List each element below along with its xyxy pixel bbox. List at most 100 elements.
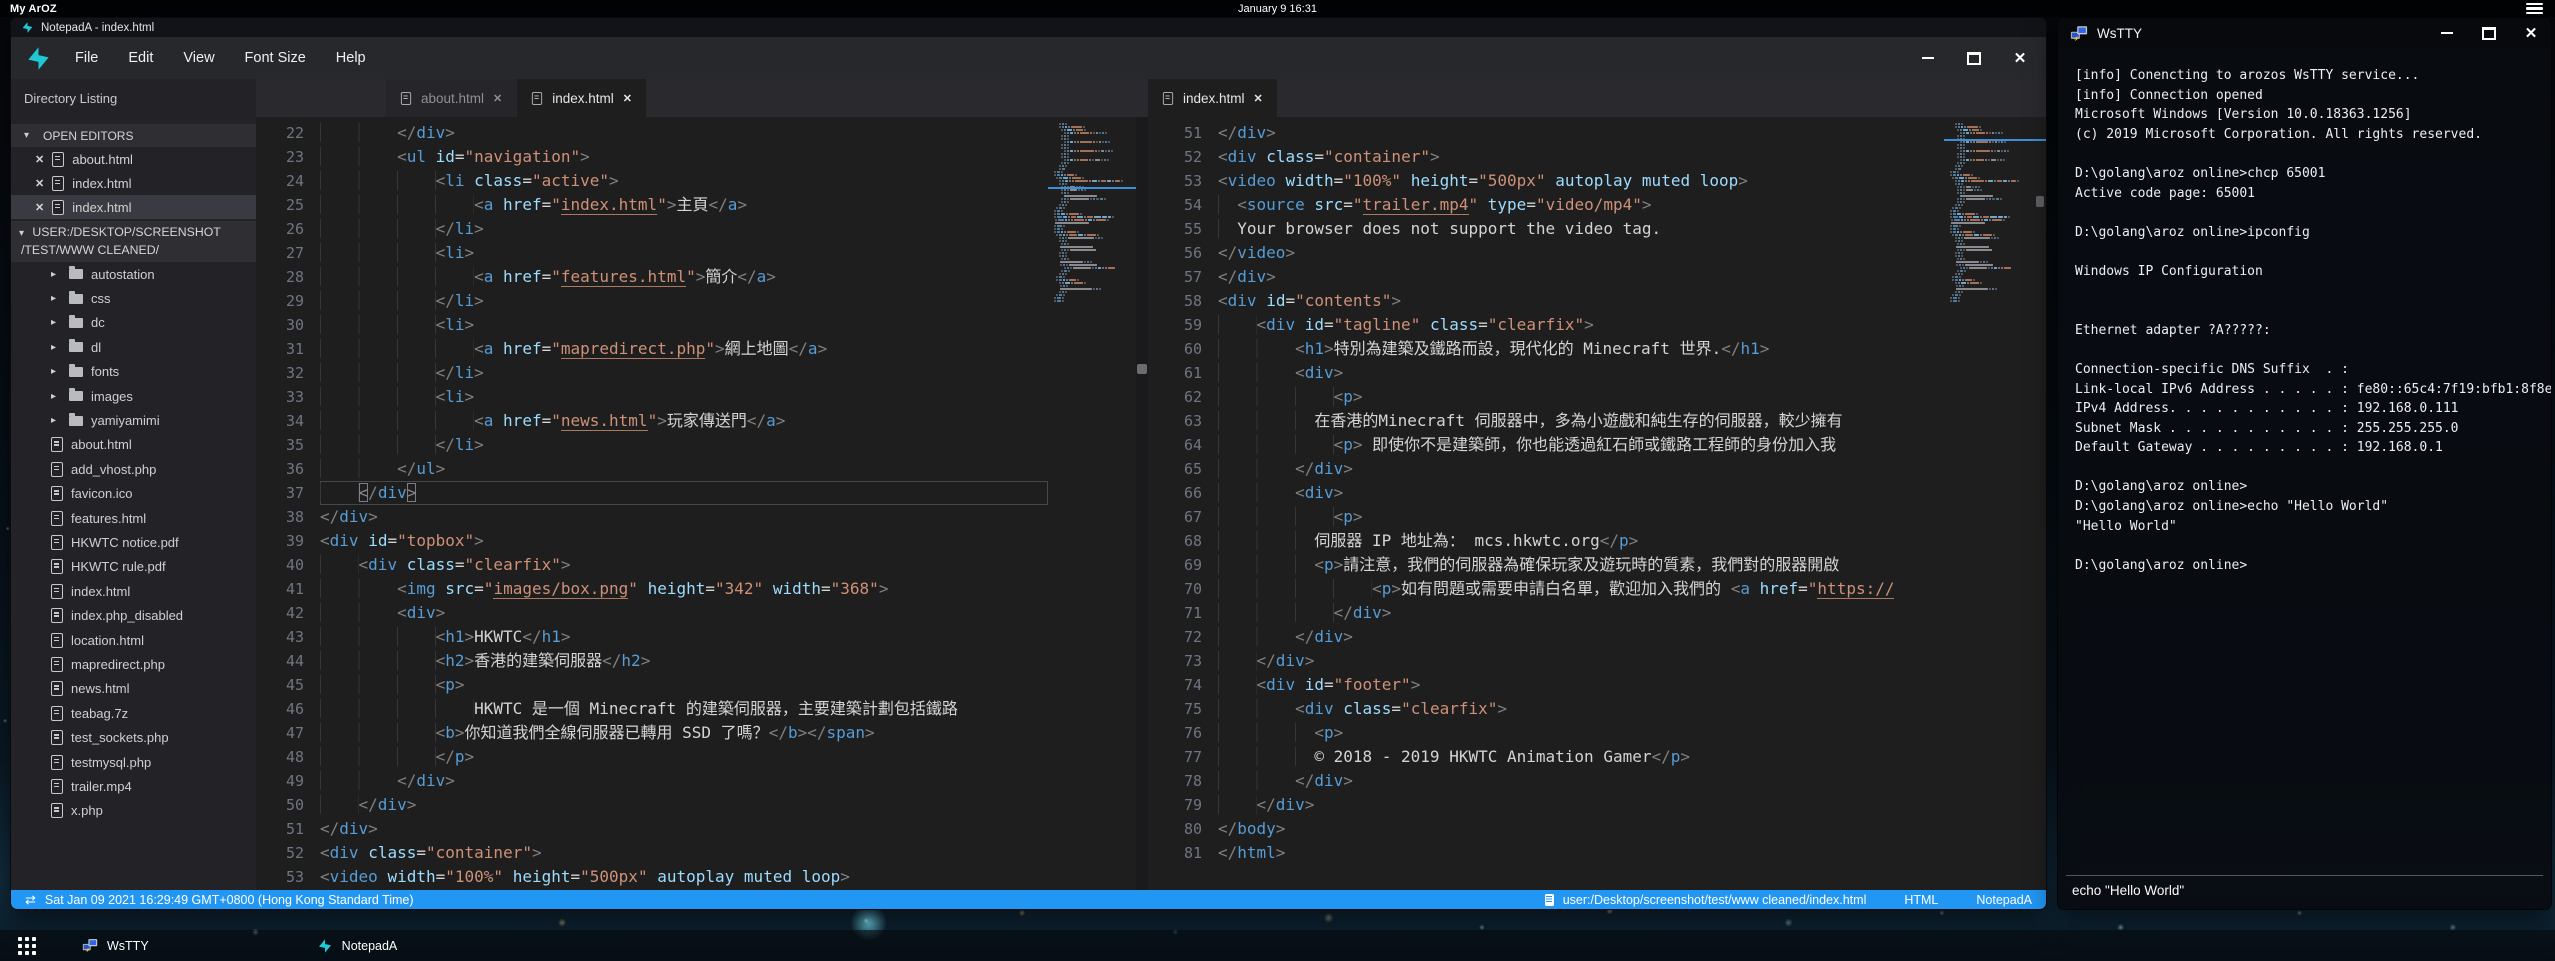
line-number: 54 — [1148, 193, 1218, 217]
menu-item-help[interactable]: Help — [321, 37, 381, 79]
tab-close-icon[interactable]: ✕ — [623, 92, 632, 105]
app-launcher-grid-icon[interactable] — [18, 937, 36, 955]
tree-folder-dc[interactable]: ▸dc — [11, 311, 256, 335]
hamburger-menu-icon[interactable] — [2526, 3, 2543, 14]
code-editor-right[interactable]: 51</div>52<div class="container">53<vide… — [1148, 117, 1944, 890]
workspace-root-line1: USER:/DESKTOP/SCREENSHOT — [32, 225, 220, 239]
file-icon — [51, 559, 63, 574]
code-line: 51</div> — [256, 817, 1048, 841]
swap-arrows-icon[interactable]: ⇄ — [25, 892, 36, 908]
close-button[interactable]: ✕ — [2012, 50, 2028, 66]
editor-tab-index.html[interactable]: index.html✕ — [1148, 79, 1277, 117]
notepada-title-bar[interactable]: NotepadA - index.html — [11, 18, 2046, 37]
open-editor-item[interactable]: ✕index.html — [11, 195, 256, 219]
notepada-menu-bar: FileEditViewFont SizeHelp ✕ — [11, 37, 2046, 79]
open-editors-label: OPEN EDITORS — [43, 129, 133, 143]
menu-item-view[interactable]: View — [168, 37, 229, 79]
close-icon[interactable]: ✕ — [35, 201, 44, 214]
tree-file-HKWTC_notice.pdf[interactable]: HKWTC notice.pdf — [11, 530, 256, 554]
tree-file-HKWTC_rule.pdf[interactable]: HKWTC rule.pdf — [11, 555, 256, 579]
tree-file-features.html[interactable]: features.html — [11, 506, 256, 530]
code-editor-left[interactable]: 22 </div>23 <ul id="navigation">24 <li c… — [256, 117, 1048, 890]
tree-folder-fonts[interactable]: ▸fonts — [11, 360, 256, 384]
terminal-line: IPv4 Address. . . . . . . . . . . : 192.… — [2075, 399, 2545, 419]
left-scrollbar-thumb[interactable] — [1137, 364, 1147, 374]
line-number: 35 — [256, 433, 320, 457]
code-line: 79 </div> — [1148, 793, 1944, 817]
minimize-button[interactable] — [2439, 25, 2455, 41]
menu-item-file[interactable]: File — [60, 37, 113, 79]
tree-file-mapredirect.php[interactable]: mapredirect.php — [11, 652, 256, 676]
close-icon[interactable]: ✕ — [35, 153, 44, 166]
tree-file-index.php_disabled[interactable]: index.php_disabled — [11, 603, 256, 627]
notepada-logo-icon — [21, 21, 34, 34]
tree-folder-css[interactable]: ▸css — [11, 286, 256, 310]
code-line-content: </div> — [320, 793, 1048, 817]
file-label: HKWTC notice.pdf — [71, 535, 179, 550]
tree-folder-dl[interactable]: ▸dl — [11, 335, 256, 359]
code-line: 80</body> — [1148, 817, 1944, 841]
editor-tab-index.html[interactable]: index.html✕ — [517, 79, 646, 117]
menu-item-edit[interactable]: Edit — [113, 37, 168, 79]
tree-file-trailer.mp4[interactable]: trailer.mp4 — [11, 774, 256, 798]
tab-close-icon[interactable]: ✕ — [493, 92, 502, 105]
menu-item-font-size[interactable]: Font Size — [230, 37, 321, 79]
tree-file-x.php[interactable]: x.php — [11, 799, 256, 823]
tree-folder-yamiyamimi[interactable]: ▸yamiyamimi — [11, 408, 256, 432]
terminal-line: D:\golang\aroz online>echo "Hello World" — [2075, 497, 2545, 517]
open-editor-item[interactable]: ✕index.html — [11, 171, 256, 195]
right-scrollbar-thumb[interactable] — [2036, 196, 2044, 207]
tree-file-teabag.7z[interactable]: teabag.7z — [11, 701, 256, 725]
minimap-left[interactable] — [1048, 117, 1136, 890]
file-label: about.html — [71, 437, 132, 452]
file-icon — [51, 511, 63, 526]
window-title: WsTTY — [2097, 26, 2142, 41]
maximize-button[interactable] — [1966, 50, 1982, 66]
terminal-line: D:\golang\aroz online>ipconfig — [2075, 223, 2545, 243]
taskbar-item-notepada[interactable]: NotepadA — [307, 930, 408, 961]
tab-close-icon[interactable]: ✕ — [1254, 92, 1263, 105]
close-button[interactable]: ✕ — [2523, 25, 2539, 41]
file-icon — [51, 755, 63, 770]
tree-file-test_sockets.php[interactable]: test_sockets.php — [11, 725, 256, 749]
code-line-content: </div> — [320, 481, 1048, 505]
folder-label: fonts — [91, 364, 119, 379]
code-line-content: </div> — [1218, 121, 1944, 145]
close-icon[interactable]: ✕ — [35, 177, 44, 190]
tree-file-location.html[interactable]: location.html — [11, 628, 256, 652]
open-editor-item[interactable]: ✕about.html — [11, 147, 256, 171]
wstty-title-bar[interactable]: WsTTY ✕ — [2058, 18, 2551, 48]
terminal-output[interactable]: [info] Conencting to arozos WsTTY servic… — [2058, 48, 2551, 875]
line-number: 70 — [1148, 577, 1218, 601]
editor-splitter[interactable] — [1136, 117, 1148, 890]
line-number: 25 — [256, 193, 320, 217]
code-line-content: <div> — [1218, 481, 1944, 505]
status-app-name: NotepadA — [1976, 893, 2032, 907]
minimap-right[interactable] — [1944, 117, 2046, 890]
tree-file-add_vhost.php[interactable]: add_vhost.php — [11, 457, 256, 481]
tree-file-about.html[interactable]: about.html — [11, 433, 256, 457]
tree-file-favicon.ico[interactable]: favicon.ico — [11, 482, 256, 506]
editor-pane-right: 51</div>52<div class="container">53<vide… — [1148, 117, 2046, 890]
tree-folder-images[interactable]: ▸images — [11, 384, 256, 408]
file-label: mapredirect.php — [71, 657, 165, 672]
tree-file-index.html[interactable]: index.html — [11, 579, 256, 603]
code-line-content: <p>如有問題或需要申請白名單，歡迎加入我們的 <a href="https:/… — [1218, 577, 1944, 601]
workspace-root-header[interactable]: ▾ USER:/DESKTOP/SCREENSHOT /TEST/WWW CLE… — [11, 221, 256, 262]
maximize-button[interactable] — [2481, 25, 2497, 41]
terminal-line: Connection-specific DNS Suffix . : — [2075, 360, 2545, 380]
line-number: 67 — [1148, 505, 1218, 529]
tree-file-news.html[interactable]: news.html — [11, 677, 256, 701]
tree-folder-autostation[interactable]: ▸autostation — [11, 262, 256, 286]
terminal-line: "Hello World" — [2075, 517, 2545, 537]
minimize-button[interactable] — [1920, 50, 1936, 66]
file-icon — [401, 92, 411, 105]
tree-file-testmysql.php[interactable]: testmysql.php — [11, 750, 256, 774]
editor-tab-about.html[interactable]: about.html✕ — [386, 79, 516, 117]
line-number: 58 — [1148, 289, 1218, 313]
folder-label: css — [91, 291, 111, 306]
open-editors-section-header[interactable]: ▾ OPEN EDITORS — [11, 124, 256, 147]
terminal-input[interactable]: echo "Hello World" — [2066, 875, 2543, 904]
code-line-content: </div> — [1218, 793, 1944, 817]
taskbar-item-wstty[interactable]: WsTTY — [72, 930, 159, 961]
